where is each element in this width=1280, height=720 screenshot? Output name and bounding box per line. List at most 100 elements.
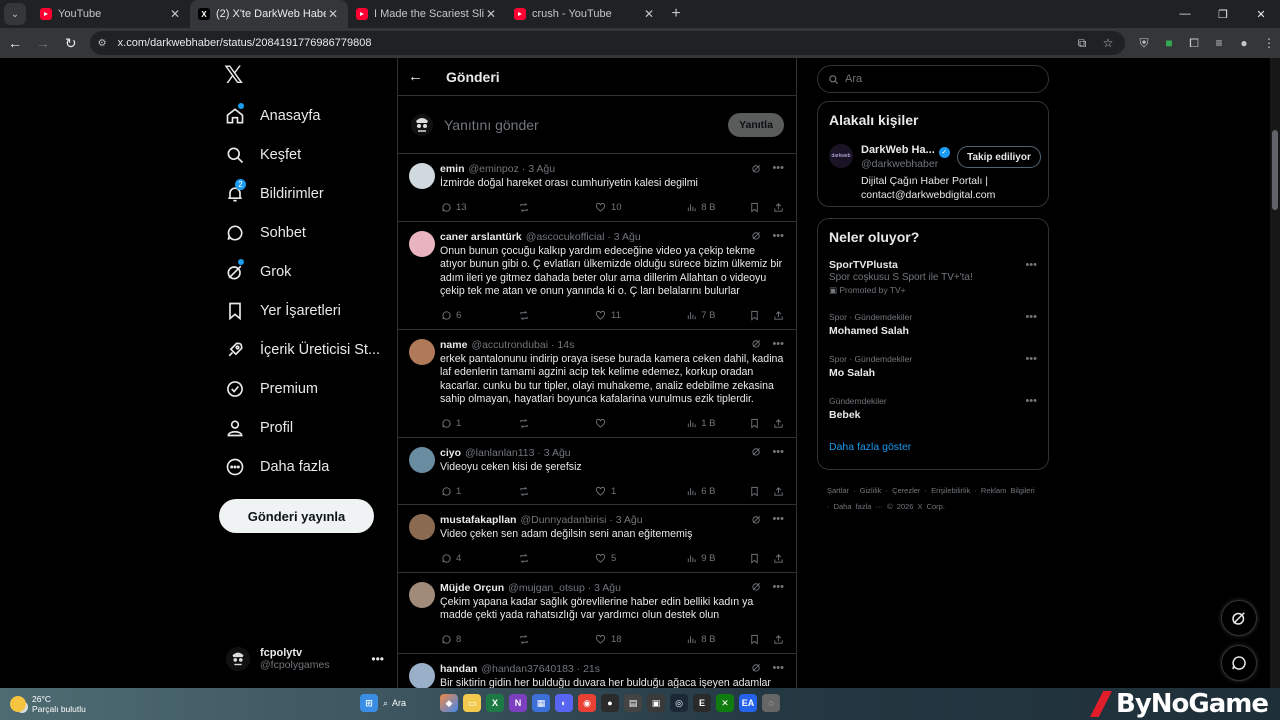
xbox-icon[interactable]: ✕ <box>716 694 734 712</box>
address-bar[interactable]: ⚙ x.com/darkwebhaber/status/208419177698… <box>89 31 1126 55</box>
reply-tweet[interactable]: Müjde Orçun @mujgan_otsup · 3 Ağu ••• Çekim… <box>398 573 796 654</box>
following-button[interactable]: Takip ediliyor <box>957 146 1041 168</box>
nav-item-notifications[interactable]: 2 Bildirimler <box>218 179 388 209</box>
reply-button[interactable]: 6 <box>440 310 518 322</box>
back-icon[interactable]: ← <box>2 30 28 56</box>
steam-icon[interactable]: ◎ <box>670 694 688 712</box>
profile-avatar-icon[interactable]: ● <box>1233 32 1255 54</box>
related-person[interactable]: darkweb DarkWeb Ha... ✓ @darkwebhaber Tak… <box>818 102 1050 201</box>
bookmark-icon[interactable] <box>748 634 760 646</box>
browser-menu-icon[interactable]: ⋮ <box>1258 32 1280 54</box>
discord-icon[interactable]: ◐ <box>555 694 573 712</box>
close-tab-icon[interactable]: ✕ <box>642 7 656 21</box>
avatar[interactable] <box>409 446 435 473</box>
views-button[interactable]: 8 B <box>685 634 748 646</box>
taskbar-search[interactable]: ⌕ Ara <box>383 692 435 714</box>
views-button[interactable]: 7 B <box>685 310 748 322</box>
messages-floating-button[interactable] <box>1221 645 1257 681</box>
search-input[interactable]: Ara <box>817 65 1049 93</box>
more-icon[interactable]: ••• <box>772 230 784 242</box>
repost-button[interactable] <box>518 634 595 646</box>
reply-button[interactable]: 4 <box>440 553 518 565</box>
grok-floating-button[interactable] <box>1221 600 1257 636</box>
avatar[interactable] <box>409 514 435 540</box>
app-icon[interactable]: ◌ <box>762 694 780 712</box>
show-more-link[interactable]: Daha fazla göster <box>818 437 1048 453</box>
share-icon[interactable] <box>772 634 784 646</box>
file-explorer-icon[interactable]: ▭ <box>463 694 481 712</box>
copilot-icon[interactable]: ◆ <box>440 694 458 712</box>
page-scrollbar[interactable] <box>1270 58 1280 688</box>
like-button[interactable]: 11 <box>595 310 685 322</box>
more-icon[interactable]: ••• <box>772 162 784 174</box>
nav-item-chat[interactable]: Sohbet <box>218 218 388 248</box>
shield-extension-icon[interactable]: ⛨ <box>1133 32 1155 54</box>
author-name[interactable]: caner arslantürk <box>440 231 522 243</box>
reply-tweet[interactable]: mustafakapllan @Dunnyadanbirisi · 3 Ağu ••… <box>398 505 796 573</box>
author-handle-time[interactable]: @eminpoz · 3 Ağu <box>469 163 556 175</box>
like-button[interactable]: 5 <box>595 553 685 565</box>
author-name[interactable]: mustafakapllan <box>440 514 516 526</box>
share-icon[interactable] <box>772 310 784 322</box>
share-icon[interactable] <box>772 485 784 497</box>
more-icon[interactable]: ••• <box>1025 311 1037 323</box>
reply-button[interactable]: 8 <box>440 634 518 646</box>
share-icon[interactable] <box>772 418 784 430</box>
reply-tweet[interactable]: ciyo @lanlanlan113 · 3 Ağu ••• Videoyu ceke… <box>398 438 796 505</box>
repost-button[interactable] <box>518 418 595 430</box>
reply-tweet[interactable]: handan @handan37640183 · 21s ••• Bir siktir… <box>398 654 796 688</box>
site-info-icon[interactable]: ⚙ <box>98 36 112 50</box>
like-button[interactable] <box>595 418 685 430</box>
more-icon[interactable]: ••• <box>772 338 784 350</box>
trend-item[interactable]: SporTVPlusta Spor coşkusu S Sport ile TV+… <box>818 259 1048 311</box>
github-icon[interactable]: ● <box>601 694 619 712</box>
views-button[interactable]: 1 B <box>685 418 748 430</box>
nav-item-home[interactable]: Anasayfa <box>218 101 388 131</box>
scrollbar-thumb[interactable] <box>1272 130 1278 210</box>
new-tab-button[interactable]: + <box>664 5 688 23</box>
reply-tweet[interactable]: emin @eminpoz · 3 Ağu ••• İzmirde doğal har… <box>398 154 796 222</box>
reply-button[interactable]: Yanıtla <box>728 112 784 137</box>
like-button[interactable]: 18 <box>595 634 685 646</box>
nav-item-profile[interactable]: Profil <box>218 413 388 443</box>
share-icon[interactable] <box>772 553 784 565</box>
share-icon[interactable] <box>772 202 784 214</box>
windows-start-icon[interactable]: ⊞ <box>360 694 378 712</box>
epic-games-icon[interactable]: E <box>693 694 711 712</box>
avatar[interactable] <box>409 662 435 688</box>
repost-button[interactable] <box>518 202 595 214</box>
bookmark-icon[interactable] <box>748 485 760 497</box>
reply-button[interactable]: 13 <box>440 202 518 214</box>
back-arrow-icon[interactable]: ← <box>408 68 428 85</box>
browser-tab-active[interactable]: X (2) X'te DarkWeb Haber: "HASSA ✕ <box>190 0 348 28</box>
green-extension-icon[interactable]: ■ <box>1158 32 1180 54</box>
bookmark-icon[interactable] <box>748 553 760 565</box>
x-logo-icon[interactable]: 𝕏 <box>224 64 248 88</box>
minimize-icon[interactable]: — <box>1166 0 1204 28</box>
author-handle-time[interactable]: @accutrondubai · 14s <box>471 339 574 351</box>
repost-button[interactable] <box>518 553 595 565</box>
close-window-icon[interactable]: ✕ <box>1242 0 1280 28</box>
avatar[interactable] <box>409 338 435 365</box>
forward-icon[interactable]: → <box>30 30 56 56</box>
trend-item[interactable]: Spor · Gündemdekiler Mohamed Salah ••• <box>818 311 1048 353</box>
repost-button[interactable] <box>518 485 595 497</box>
reply-tweet[interactable]: caner arslantürk @ascocukofficial · 3 Ağu… <box>398 222 796 330</box>
nav-item-premium[interactable]: Premium <box>218 374 388 404</box>
nav-item-more[interactable]: Daha fazla <box>218 452 388 482</box>
reply-button[interactable]: 1 <box>440 485 518 497</box>
close-tab-icon[interactable]: ✕ <box>326 7 340 21</box>
bookmark-icon[interactable] <box>748 202 760 214</box>
views-button[interactable]: 6 B <box>685 485 748 497</box>
nav-item-bookmarks[interactable]: Yer İşaretleri <box>218 296 388 326</box>
close-tab-icon[interactable]: ✕ <box>168 7 182 21</box>
weather-widget[interactable]: 26°C Parçalı bulutlu <box>10 694 190 714</box>
media-controls-icon[interactable]: ≡ <box>1208 32 1230 54</box>
close-tab-icon[interactable]: ✕ <box>484 7 498 21</box>
more-icon[interactable]: ••• <box>772 662 784 674</box>
more-icon[interactable]: ••• <box>772 513 784 525</box>
bookmark-icon[interactable] <box>748 418 760 430</box>
reload-icon[interactable]: ↻ <box>58 30 84 56</box>
bookmark-star-icon[interactable]: ☆ <box>1097 32 1119 54</box>
more-icon[interactable]: ••• <box>1025 395 1037 407</box>
